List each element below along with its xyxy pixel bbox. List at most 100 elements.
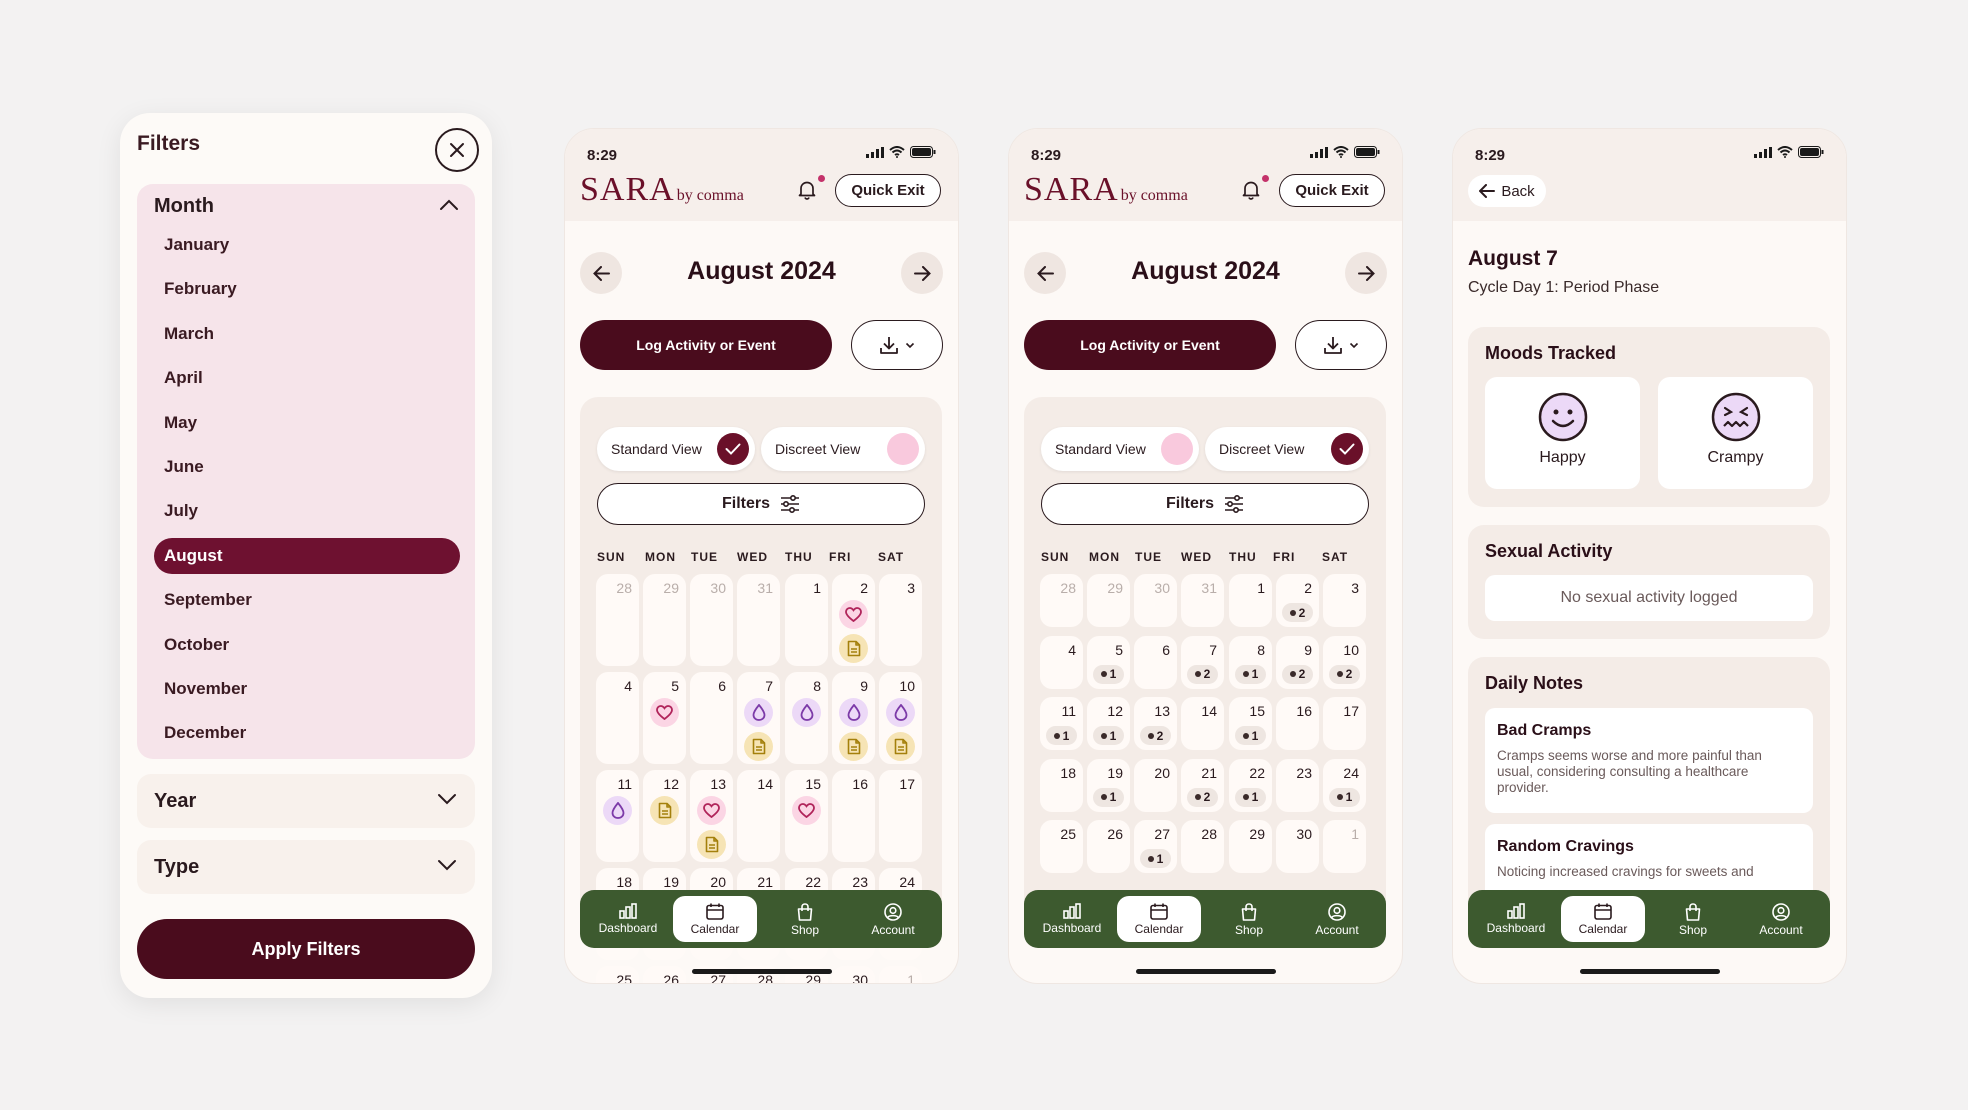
nav-calendar[interactable]: Calendar: [673, 896, 757, 942]
calendar-day[interactable]: 72: [1181, 635, 1224, 689]
calendar-day[interactable]: 13 2: [1134, 697, 1177, 750]
calendar-day[interactable]: 10: [879, 672, 922, 764]
calendar-day[interactable]: 21 2: [1181, 758, 1224, 812]
log-activity-button[interactable]: Log Activity or Event: [1024, 320, 1276, 370]
nav-calendar[interactable]: Calendar: [1117, 896, 1201, 942]
calendar-day[interactable]: 5: [643, 672, 686, 764]
month-option[interactable]: May: [164, 405, 197, 441]
calendar-day[interactable]: 20: [1134, 758, 1177, 812]
type-accordion[interactable]: Type: [137, 840, 475, 894]
calendar-day[interactable]: 26: [1087, 820, 1130, 873]
close-button[interactable]: [435, 128, 479, 172]
calendar-day[interactable]: 92: [1276, 635, 1319, 689]
filters-button[interactable]: Filters: [597, 483, 925, 525]
mood-happy[interactable]: Happy: [1485, 377, 1640, 489]
nav-dashboard[interactable]: Dashboard: [1030, 896, 1114, 942]
download-button[interactable]: [851, 320, 943, 370]
calendar-day[interactable]: 28: [1181, 820, 1224, 873]
calendar-day[interactable]: 1: [879, 966, 922, 983]
calendar-day[interactable]: 15: [785, 770, 828, 862]
nav-calendar[interactable]: Calendar: [1561, 896, 1645, 942]
calendar-day[interactable]: 81: [1229, 635, 1272, 689]
chevron-up-icon[interactable]: [439, 198, 459, 212]
calendar-day[interactable]: 18: [1040, 758, 1083, 812]
calendar-day[interactable]: 29: [643, 574, 686, 666]
calendar-day[interactable]: 25: [1040, 820, 1083, 873]
calendar-day[interactable]: 2: [832, 574, 875, 666]
calendar-day[interactable]: 30: [1276, 820, 1319, 873]
apply-filters-button[interactable]: Apply Filters: [137, 919, 475, 979]
log-activity-button[interactable]: Log Activity or Event: [580, 320, 832, 370]
month-option[interactable]: April: [164, 360, 203, 396]
year-accordion[interactable]: Year: [137, 774, 475, 828]
calendar-day[interactable]: 13: [690, 770, 733, 862]
bell-icon[interactable]: [798, 180, 816, 200]
calendar-day[interactable]: 31: [737, 574, 780, 666]
discreet-view-toggle[interactable]: Discreet View: [761, 427, 925, 471]
bell-icon[interactable]: [1242, 180, 1260, 200]
calendar-day[interactable]: 16: [832, 770, 875, 862]
filters-button[interactable]: Filters: [1041, 483, 1369, 525]
month-option[interactable]: February: [164, 271, 237, 307]
calendar-day[interactable]: 30: [690, 574, 733, 666]
calendar-day[interactable]: 16: [1276, 697, 1319, 750]
nav-account[interactable]: Account: [1295, 896, 1379, 942]
calendar-day[interactable]: 9: [832, 672, 875, 764]
next-month-button[interactable]: [901, 252, 943, 294]
calendar-day[interactable]: 29: [1087, 574, 1130, 627]
nav-account[interactable]: Account: [1739, 896, 1823, 942]
month-option[interactable]: November: [164, 671, 247, 707]
month-header[interactable]: Month: [154, 195, 214, 218]
note-card[interactable]: Bad Cramps Cramps seems worse and more p…: [1485, 708, 1813, 813]
calendar-day[interactable]: 3: [879, 574, 922, 666]
nav-shop[interactable]: Shop: [1207, 896, 1291, 942]
calendar-day[interactable]: 8: [785, 672, 828, 764]
calendar-day[interactable]: 22 1: [1229, 758, 1272, 812]
quick-exit-button[interactable]: Quick Exit: [1279, 174, 1385, 207]
standard-view-toggle[interactable]: Standard View: [1041, 427, 1199, 471]
mood-crampy[interactable]: Crampy: [1658, 377, 1813, 489]
calendar-day[interactable]: 51: [1087, 635, 1130, 689]
calendar-day[interactable]: 22: [1276, 574, 1319, 627]
calendar-day[interactable]: 15 1: [1229, 697, 1272, 750]
next-month-button[interactable]: [1345, 252, 1387, 294]
standard-view-toggle[interactable]: Standard View: [597, 427, 755, 471]
back-button[interactable]: Back: [1468, 175, 1546, 207]
month-option[interactable]: March: [164, 316, 214, 352]
month-option[interactable]: January: [164, 227, 229, 263]
calendar-day[interactable]: 24 1: [1323, 758, 1366, 812]
download-button[interactable]: [1295, 320, 1387, 370]
nav-account[interactable]: Account: [851, 896, 935, 942]
calendar-day[interactable]: 7: [737, 672, 780, 764]
calendar-day[interactable]: 30: [1134, 574, 1177, 627]
calendar-day[interactable]: 1: [1229, 574, 1272, 627]
calendar-day[interactable]: 14: [737, 770, 780, 862]
calendar-day[interactable]: 10 2: [1323, 635, 1366, 689]
calendar-day[interactable]: 28: [596, 574, 639, 666]
calendar-day[interactable]: 17: [1323, 697, 1366, 750]
calendar-day[interactable]: 6: [690, 672, 733, 764]
calendar-day[interactable]: 11 1: [1040, 697, 1083, 750]
nav-dashboard[interactable]: Dashboard: [586, 896, 670, 942]
calendar-day[interactable]: 3: [1323, 574, 1366, 627]
calendar-day[interactable]: 30: [832, 966, 875, 983]
calendar-day[interactable]: 12: [643, 770, 686, 862]
nav-shop[interactable]: Shop: [1651, 896, 1735, 942]
discreet-view-toggle[interactable]: Discreet View: [1205, 427, 1369, 471]
calendar-day[interactable]: 14: [1181, 697, 1224, 750]
calendar-day[interactable]: 29: [1229, 820, 1272, 873]
calendar-day[interactable]: 4: [1040, 635, 1083, 689]
calendar-day[interactable]: 31: [1181, 574, 1224, 627]
calendar-day[interactable]: 28: [1040, 574, 1083, 627]
calendar-day[interactable]: 1: [1323, 820, 1366, 873]
calendar-day[interactable]: 27 1: [1134, 820, 1177, 873]
calendar-day[interactable]: 25: [596, 966, 639, 983]
month-option-selected[interactable]: August: [154, 537, 460, 574]
calendar-day[interactable]: 12 1: [1087, 697, 1130, 750]
nav-shop[interactable]: Shop: [763, 896, 847, 942]
month-option[interactable]: July: [164, 493, 198, 529]
quick-exit-button[interactable]: Quick Exit: [835, 174, 941, 207]
calendar-day[interactable]: 4: [596, 672, 639, 764]
month-option[interactable]: October: [164, 627, 229, 663]
calendar-day[interactable]: 6: [1134, 635, 1177, 689]
